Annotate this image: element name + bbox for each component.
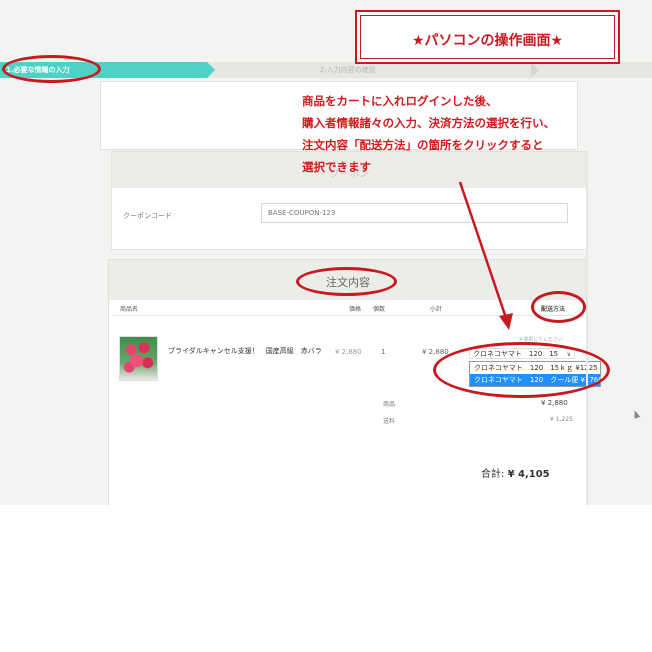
product-quantity: 1 xyxy=(381,348,386,356)
annotation-line: 商品をカートに入れログインした後、 xyxy=(302,94,498,108)
product-thumbnail[interactable] xyxy=(119,336,158,381)
step-1-arrow xyxy=(207,62,215,78)
product-total-value: ¥ 2,880 xyxy=(541,399,568,407)
highlight-ring-step xyxy=(2,55,101,83)
col-quantity: 個数 xyxy=(373,306,386,313)
annotation-title: ★パソコンの操作画面★ xyxy=(411,33,564,49)
annotation-title-box: ★パソコンの操作画面★ xyxy=(355,10,620,64)
shipping-fee-label: 送料 xyxy=(383,418,396,425)
annotation-line: 購入者情報諸々の入力、決済方法の選択を行い、 xyxy=(302,116,555,130)
highlight-ring-shipping-options xyxy=(433,342,610,398)
step-2-label: 2.入力内容の確認 xyxy=(320,66,376,74)
product-price: ¥ 2,880 xyxy=(335,348,362,356)
col-product-name: 商品名 xyxy=(120,306,139,313)
checkout-screen: 1.必要な情報の入力 2.入力内容の確認 クーポン クーポンコード 注文内容 商… xyxy=(0,0,652,505)
annotation-instructions: 商品をカートに入れログインした後、 購入者情報諸々の入力、決済方法の選択を行い、… xyxy=(302,90,652,178)
coupon-code-label: クーポンコード xyxy=(123,212,172,220)
product-name[interactable]: ブライダルキャンセル支援！ 国産高級 赤バラ xyxy=(168,346,322,356)
highlight-ring-order-title xyxy=(296,267,397,296)
col-price: 価格 xyxy=(349,306,362,313)
grand-total: 合計: ¥ 4,105 xyxy=(481,465,550,480)
header-divider xyxy=(113,315,583,316)
shipping-fee-value: ¥ 1,225 xyxy=(550,416,573,423)
grand-total-value: ¥ 4,105 xyxy=(507,469,550,480)
highlight-ring-shipping-header xyxy=(531,291,586,323)
col-subtotal: 小計 xyxy=(430,306,443,313)
mouse-cursor-icon xyxy=(631,409,641,419)
scroll-edge xyxy=(586,151,588,505)
product-total-label: 商品 xyxy=(383,401,396,408)
annotation-line: 注文内容「配送方法」の箇所をクリックすると xyxy=(302,138,544,152)
annotation-line: 選択できます xyxy=(302,160,371,174)
step-separator xyxy=(531,62,539,78)
coupon-code-input[interactable] xyxy=(261,203,568,223)
grand-total-label: 合計: xyxy=(481,469,505,480)
